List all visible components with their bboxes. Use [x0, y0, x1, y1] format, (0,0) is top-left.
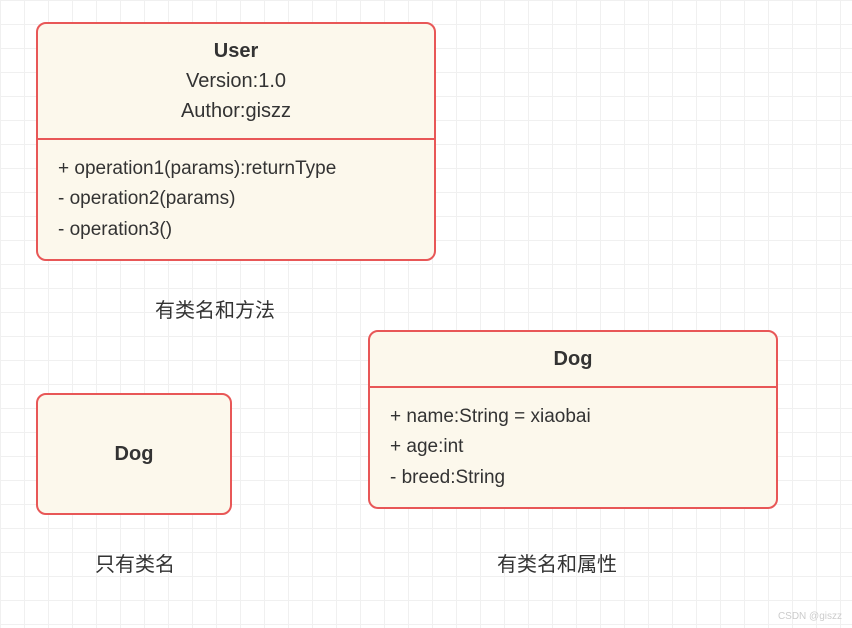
uml-operation: + operation1(params):returnType — [58, 154, 414, 184]
class-meta-author: Author:giszz — [54, 96, 418, 126]
uml-attribute: + name:String = xiaobai — [390, 402, 756, 432]
caption-user: 有类名和方法 — [155, 294, 275, 323]
class-meta-version: Version:1.0 — [54, 66, 418, 96]
uml-class-body: + name:String = xiaobai + age:int - bree… — [370, 388, 776, 507]
uml-class-dog-attrs: Dog + name:String = xiaobai + age:int - … — [368, 330, 778, 509]
class-name: User — [54, 36, 418, 66]
uml-class-header: User Version:1.0 Author:giszz — [38, 24, 434, 138]
class-name: Dog — [386, 344, 760, 374]
uml-class-dog-simple: Dog — [36, 393, 232, 515]
watermark: CSDN @giszz — [778, 611, 842, 622]
class-name: Dog — [115, 439, 154, 469]
uml-class-user: User Version:1.0 Author:giszz + operatio… — [36, 22, 436, 261]
uml-class-body: + operation1(params):returnType - operat… — [38, 140, 434, 259]
caption-dog-attrs: 有类名和属性 — [497, 548, 617, 577]
caption-dog-simple: 只有类名 — [95, 548, 175, 577]
uml-attribute: - breed:String — [390, 463, 756, 493]
uml-attribute: + age:int — [390, 432, 756, 462]
uml-class-header: Dog — [370, 332, 776, 386]
uml-operation: - operation3() — [58, 215, 414, 245]
uml-operation: - operation2(params) — [58, 184, 414, 214]
